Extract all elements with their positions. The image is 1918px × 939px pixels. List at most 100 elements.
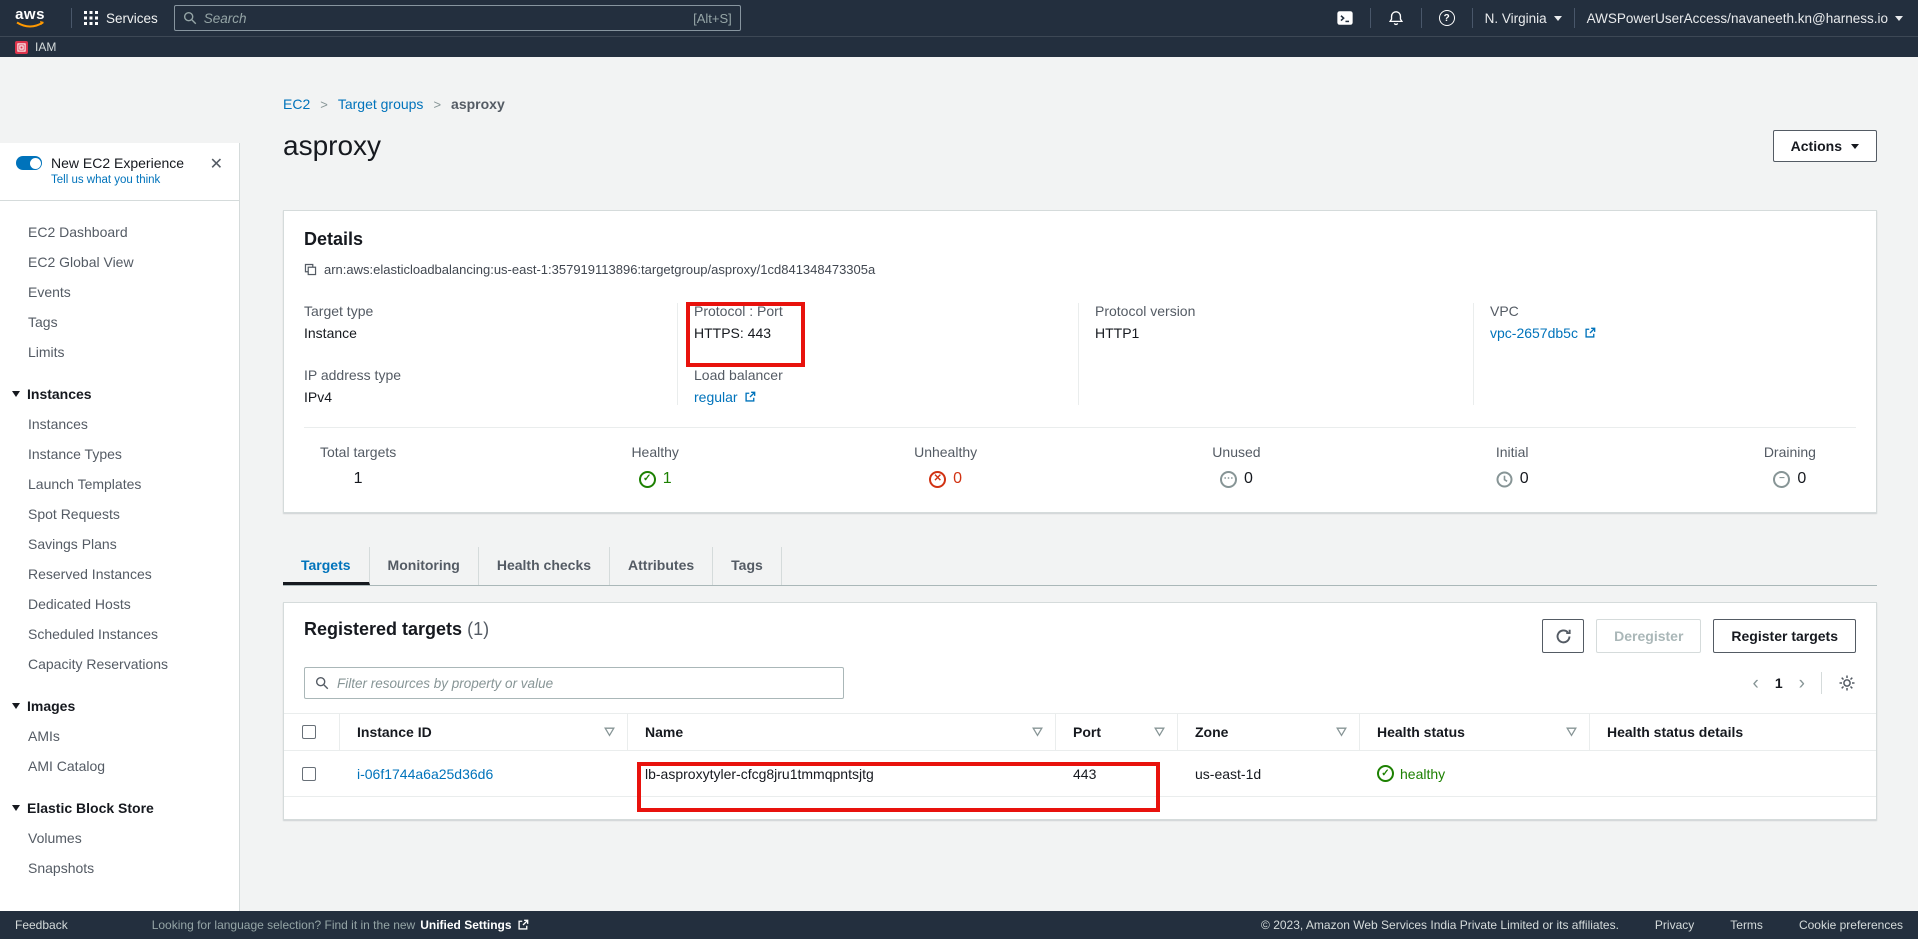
tab-attributes[interactable]: Attributes	[610, 547, 713, 585]
refresh-button[interactable]	[1542, 619, 1584, 653]
sidebar-section-elastic-block-store[interactable]: Elastic Block Store	[0, 793, 239, 823]
search-icon	[183, 11, 197, 25]
target-group-arn: arn:aws:elasticloadbalancing:us-east-1:3…	[324, 262, 875, 277]
column-port: Port	[1073, 724, 1101, 740]
sidebar-item-capacity-reservations[interactable]: Capacity Reservations	[0, 649, 239, 679]
tab-health-checks[interactable]: Health checks	[479, 547, 610, 585]
account-menu[interactable]: AWSPowerUserAccess/navaneeth.kn@harness.…	[1587, 11, 1903, 26]
breadcrumb: EC2 > Target groups > asproxy	[283, 96, 1877, 112]
registered-targets-table: Instance ID Name Port Zone	[284, 713, 1876, 797]
close-icon[interactable]: ✕	[210, 157, 223, 173]
search-input[interactable]	[204, 11, 686, 26]
field-vpc: VPC vpc-2657db5c	[1490, 303, 1838, 341]
stat-label: Unhealthy	[914, 444, 977, 460]
breadcrumb-chevron-icon: >	[320, 97, 328, 112]
stat-label: Total targets	[320, 444, 396, 460]
sidebar-section-instances[interactable]: Instances	[0, 379, 239, 409]
language-hint-text: Looking for language selection? Find it …	[152, 918, 416, 932]
services-menu-button[interactable]: Services	[84, 11, 158, 26]
field-label: IP address type	[304, 367, 659, 383]
aws-smile-icon	[15, 21, 45, 29]
sidebar-item-instance-types[interactable]: Instance Types	[0, 439, 239, 469]
filter-icon[interactable]	[1032, 727, 1043, 737]
tab-targets[interactable]: Targets	[283, 547, 370, 585]
column-health-status-details: Health status details	[1607, 724, 1743, 740]
detail-tabs: Targets Monitoring Health checks Attribu…	[283, 547, 1877, 586]
instance-id-link[interactable]: i-06f1744a6a25d36d6	[357, 766, 493, 782]
favorite-iam[interactable]: IAM	[15, 40, 56, 54]
aws-logo[interactable]: aws	[15, 8, 45, 29]
topbar-divider	[1370, 8, 1371, 28]
column-health-status: Health status	[1377, 724, 1465, 740]
select-all-checkbox[interactable]	[302, 725, 316, 739]
sidebar-item-tags[interactable]: Tags	[0, 307, 239, 337]
deregister-button[interactable]: Deregister	[1596, 619, 1701, 653]
stat-value: 1	[663, 470, 672, 488]
current-page[interactable]: 1	[1775, 675, 1783, 691]
sidebar-section-images[interactable]: Images	[0, 691, 239, 721]
row-checkbox[interactable]	[302, 767, 316, 781]
sidebar-item-savings-plans[interactable]: Savings Plans	[0, 529, 239, 559]
filter-icon[interactable]	[1566, 727, 1577, 737]
sidebar-item-launch-templates[interactable]: Launch Templates	[0, 469, 239, 499]
sidebar-item-volumes[interactable]: Volumes	[0, 823, 239, 853]
new-ec2-experience-toggle[interactable]	[16, 156, 42, 170]
chevron-down-icon	[1851, 144, 1859, 149]
unhealthy-x-icon: ✕	[929, 471, 946, 488]
tell-us-link[interactable]: Tell us what you think	[51, 174, 225, 186]
targets-filter[interactable]	[304, 667, 844, 699]
stat-healthy: Healthy ✓1	[631, 444, 678, 488]
sidebar-item-instances[interactable]: Instances	[0, 409, 239, 439]
sidebar-item-snapshots[interactable]: Snapshots	[0, 853, 239, 883]
feedback-link[interactable]: Feedback	[15, 918, 68, 932]
sidebar-item-scheduled-instances[interactable]: Scheduled Instances	[0, 619, 239, 649]
help-button[interactable]: ?	[1434, 5, 1460, 31]
tab-tags[interactable]: Tags	[713, 547, 782, 585]
topbar-divider	[1574, 8, 1575, 28]
sidebar-item-reserved-instances[interactable]: Reserved Instances	[0, 559, 239, 589]
banner-title: New EC2 Experience	[51, 155, 184, 171]
table-row: i-06f1744a6a25d36d6 lb-asproxytyler-cfcg…	[284, 751, 1876, 797]
previous-page-icon[interactable]: ‹	[1753, 674, 1759, 693]
notifications-button[interactable]	[1383, 5, 1409, 31]
privacy-link[interactable]: Privacy	[1655, 918, 1694, 932]
breadcrumb-ec2[interactable]: EC2	[283, 96, 310, 112]
unified-settings-link[interactable]: Unified Settings	[420, 918, 511, 932]
vpc-link[interactable]: vpc-2657db5c	[1490, 325, 1578, 341]
sidebar-item-ami-catalog[interactable]: AMI Catalog	[0, 751, 239, 781]
sidebar-item-spot-requests[interactable]: Spot Requests	[0, 499, 239, 529]
next-page-icon[interactable]: ›	[1799, 674, 1805, 693]
search-icon	[315, 676, 329, 690]
register-targets-button[interactable]: Register targets	[1713, 619, 1856, 653]
registered-targets-panel: Registered targets (1) Deregister Regist…	[283, 602, 1877, 820]
filter-icon[interactable]	[604, 727, 615, 737]
breadcrumb-target-groups[interactable]: Target groups	[338, 96, 424, 112]
actions-button[interactable]: Actions	[1773, 130, 1877, 162]
terms-link[interactable]: Terms	[1730, 918, 1763, 932]
sidebar-item-ec2-dashboard[interactable]: EC2 Dashboard	[0, 217, 239, 247]
stat-label: Healthy	[631, 444, 678, 460]
tab-monitoring[interactable]: Monitoring	[370, 547, 479, 585]
region-selector[interactable]: N. Virginia	[1485, 11, 1562, 26]
sidebar-item-amis[interactable]: AMIs	[0, 721, 239, 751]
sidebar-item-dedicated-hosts[interactable]: Dedicated Hosts	[0, 589, 239, 619]
sidebar-item-events[interactable]: Events	[0, 277, 239, 307]
sidebar-item-limits[interactable]: Limits	[0, 337, 239, 367]
gear-icon[interactable]	[1838, 674, 1856, 692]
load-balancer-link[interactable]: regular	[694, 389, 738, 405]
main-content: EC2 > Target groups > asproxy asproxy Ac…	[240, 57, 1918, 911]
filter-icon[interactable]	[1336, 727, 1347, 737]
target-port: 443	[1073, 766, 1096, 782]
filter-icon[interactable]	[1154, 727, 1165, 737]
cookie-preferences-link[interactable]: Cookie preferences	[1799, 918, 1903, 932]
pager-divider	[1821, 672, 1822, 694]
details-panel: Details arn:aws:elasticloadbalancing:us-…	[283, 210, 1877, 513]
targets-filter-input[interactable]	[337, 676, 833, 691]
sidebar-item-ec2-global-view[interactable]: EC2 Global View	[0, 247, 239, 277]
stat-initial: Initial 0	[1496, 444, 1529, 488]
global-search[interactable]: [Alt+S]	[174, 5, 741, 31]
copyright-text: © 2023, Amazon Web Services India Privat…	[1261, 918, 1619, 932]
cloudshell-button[interactable]	[1332, 5, 1358, 31]
external-link-icon	[517, 919, 529, 931]
copy-icon[interactable]	[304, 263, 317, 276]
